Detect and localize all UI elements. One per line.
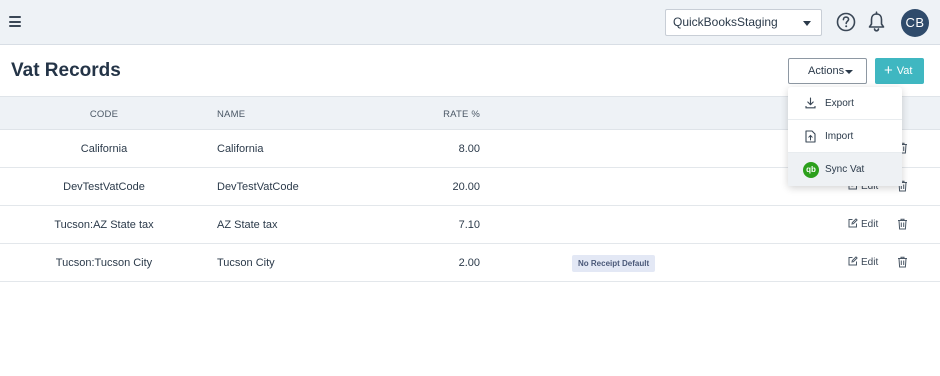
actions-button-label: Actions [808, 65, 845, 77]
quickbooks-icon: qb [803, 162, 819, 178]
edit-label: Edit [861, 257, 879, 268]
table-row: Tucson:Tucson City Tucson City 2.00 No R… [0, 244, 940, 282]
cell-rate: 20.00 [452, 181, 480, 193]
avatar[interactable]: CB [901, 9, 929, 37]
cell-rate: 2.00 [458, 257, 480, 269]
plus-icon: + [884, 62, 893, 79]
company-select[interactable]: QuickBooksStaging [665, 9, 822, 36]
menu-item-label: Sync Vat [825, 164, 865, 175]
cell-name: AZ State tax [217, 219, 278, 231]
cell-rate: 7.10 [458, 219, 480, 231]
table-row: Tucson:AZ State tax AZ State tax 7.10 Ed… [0, 206, 940, 244]
column-header-code[interactable]: CODE [0, 109, 208, 120]
chevron-down-icon [803, 21, 811, 26]
menu-item-sync-vat[interactable]: qb Sync Vat [788, 153, 902, 186]
cell-name: California [217, 143, 264, 155]
trash-icon[interactable] [897, 256, 908, 268]
cell-code: California [80, 143, 128, 155]
help-icon[interactable] [836, 12, 856, 32]
cell-code: Tucson:AZ State tax [54, 219, 154, 231]
download-icon [805, 97, 816, 109]
actions-button[interactable]: Actions [788, 58, 867, 84]
file-upload-icon [805, 130, 816, 143]
cell-name: Tucson City [217, 257, 275, 269]
page-title: Vat Records [11, 60, 121, 81]
add-vat-button-label: Vat [896, 65, 913, 77]
menu-item-label: Import [825, 131, 854, 142]
company-select-value: QuickBooksStaging [673, 15, 778, 29]
cell-rate: 8.00 [458, 143, 480, 155]
edit-label: Edit [861, 219, 879, 230]
edit-icon [848, 256, 858, 266]
menu-item-import[interactable]: Import [788, 120, 902, 153]
menu-item-label: Export [825, 98, 854, 109]
edit-button[interactable]: Edit [848, 256, 878, 268]
edit-icon [848, 218, 858, 228]
trash-icon[interactable] [897, 218, 908, 230]
cell-code: Tucson:Tucson City [55, 257, 153, 269]
menu-item-export[interactable]: Export [788, 87, 902, 120]
add-vat-button[interactable]: + Vat [875, 58, 924, 84]
top-bar: QuickBooksStaging CB [0, 0, 940, 45]
column-header-name[interactable]: NAME [217, 109, 245, 120]
column-header-rate[interactable]: RATE % [400, 109, 480, 120]
bell-icon[interactable] [866, 11, 887, 33]
caret-down-icon [845, 70, 853, 74]
status-badge: No Receipt Default [572, 255, 656, 272]
hamburger-menu-icon[interactable] [9, 16, 21, 27]
edit-button[interactable]: Edit [848, 218, 878, 230]
cell-name: DevTestVatCode [217, 181, 299, 193]
cell-code: DevTestVatCode [63, 181, 145, 193]
actions-dropdown-menu: Export Import qb Sync Vat [788, 87, 902, 186]
